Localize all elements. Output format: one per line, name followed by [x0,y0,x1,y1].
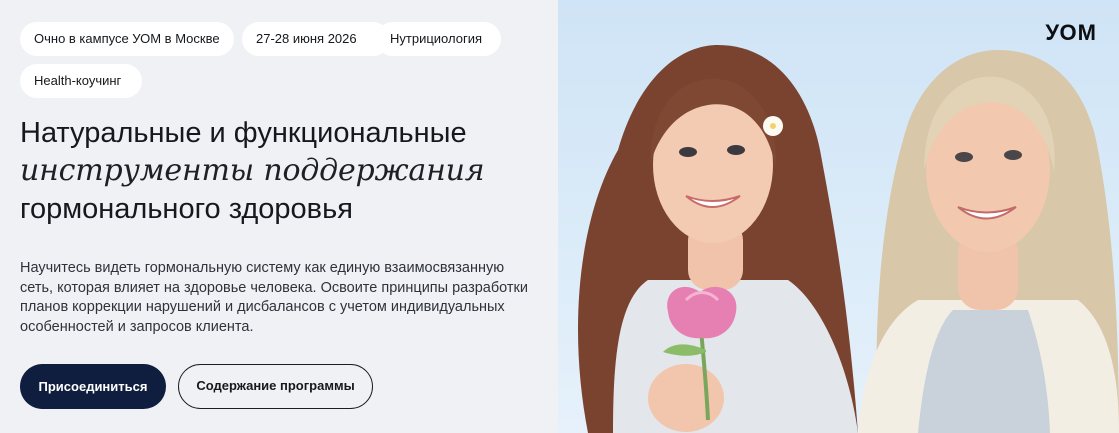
woman-right-eye [955,152,973,162]
page-title: Натуральные и функциональные инструменты… [20,114,550,228]
tag-health-coaching[interactable]: Health-коучинг [20,64,142,98]
hero-description: Научитесь видеть гормональную систему ка… [20,260,528,335]
hero-text-panel: Очно в кампусе УОМ в Москве 27-28 июня 2… [0,0,558,433]
woman-left-hand [648,364,724,432]
woman-left-eye [727,145,745,155]
title-line-2-italic: инструменты поддержания [20,153,485,188]
tag-format[interactable]: Очно в кампусе УОМ в Москве [20,22,234,56]
tag-nutrition[interactable]: Нутрициология [376,22,501,56]
join-button[interactable]: Присоединиться [20,364,166,409]
brand-logo[interactable]: УОМ [1045,20,1097,46]
tag-date[interactable]: 27-28 июня 2026 [242,22,390,56]
tulip-icon [667,286,737,339]
woman-left-eye [679,147,697,157]
program-content-button[interactable]: Содержание программы [178,364,373,409]
hero-photo-illustration [578,45,1119,433]
woman-right-eye [1004,150,1022,160]
title-line-3: гормонального здоровья [20,193,353,225]
hero-image: УОМ [558,0,1119,433]
title-line-1: Натуральные и функциональные [20,117,467,149]
